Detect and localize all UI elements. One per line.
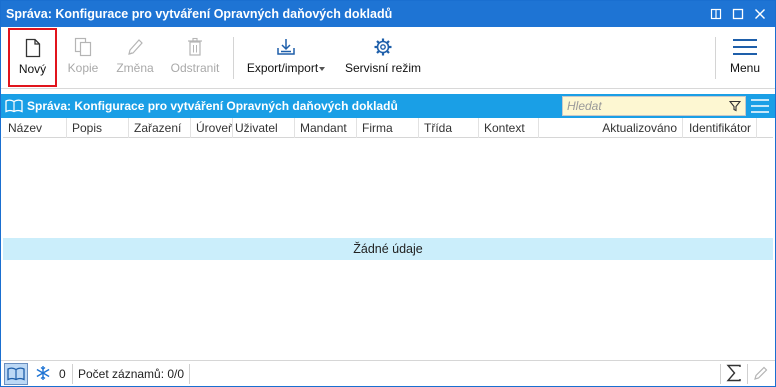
- column-header[interactable]: Identifikátor: [683, 118, 757, 138]
- title-bar: Správa: Konfigurace pro vytváření Opravn…: [1, 1, 775, 27]
- snowflake-icon: [36, 366, 50, 380]
- column-header[interactable]: Úroveň: [191, 118, 233, 138]
- sigma-icon: [726, 364, 741, 382]
- sum-button[interactable]: [726, 364, 742, 385]
- search-input[interactable]: [563, 99, 723, 113]
- column-header[interactable]: Mandant: [295, 118, 357, 138]
- column-header[interactable]: Firma: [357, 118, 419, 138]
- main-window: Správa: Konfigurace pro vytváření Opravn…: [0, 0, 776, 387]
- new-document-icon: [25, 38, 40, 58]
- record-count: Počet záznamů: 0/0: [78, 367, 185, 381]
- status-bar: 0 Počet záznamů: 0/0: [1, 360, 775, 386]
- trash-icon: [188, 37, 202, 56]
- close-button[interactable]: [749, 1, 771, 27]
- export-import-icon: [277, 39, 295, 55]
- hamburger-icon: [733, 39, 757, 55]
- pencil-icon: [128, 39, 143, 55]
- copy-button[interactable]: Kopie: [63, 27, 103, 89]
- empty-state-row: Žádné údaje: [3, 238, 773, 260]
- hamburger-icon: [751, 99, 769, 113]
- menu-label: Menu: [729, 61, 761, 75]
- column-header[interactable]: Zařazení: [129, 118, 191, 138]
- column-header[interactable]: Popis: [67, 118, 129, 138]
- filter-icon: [729, 100, 741, 112]
- window-title: Správa: Konfigurace pro vytváření Opravn…: [6, 7, 393, 21]
- close-icon: [755, 9, 765, 19]
- snowflake-filter-button[interactable]: [35, 365, 51, 384]
- column-header[interactable]: Třída: [419, 118, 479, 138]
- toolbar: Nový Kopie Změna Odstranit Export/import…: [1, 27, 775, 89]
- menu-button[interactable]: Menu: [723, 27, 767, 89]
- maximize-icon: [732, 8, 744, 20]
- toolbar-separator: [715, 37, 716, 79]
- status-separator: [189, 364, 190, 384]
- dropdown-caret-icon: [319, 66, 326, 71]
- status-separator: [720, 364, 721, 384]
- service-mode-button[interactable]: Servisní režim: [341, 27, 425, 89]
- delete-button-label: Odstranit: [170, 61, 220, 75]
- book-icon: [5, 99, 23, 113]
- new-button[interactable]: Nový: [8, 28, 57, 87]
- grid-title: Správa: Konfigurace pro vytváření Opravn…: [27, 99, 398, 113]
- status-separator: [72, 364, 73, 384]
- book-view-button[interactable]: [4, 363, 28, 385]
- column-headers: Název Popis Zařazení Úroveň Uživatel Man…: [3, 118, 773, 138]
- new-button-label: Nový: [18, 62, 47, 76]
- filter-count: 0: [59, 367, 66, 381]
- grid-header-bar: Správa: Konfigurace pro vytváření Opravn…: [1, 94, 775, 118]
- book-icon: [7, 367, 25, 381]
- restore-icon: [710, 8, 722, 20]
- status-separator: [747, 364, 748, 384]
- grid-title-wrap: Správa: Konfigurace pro vytváření Opravn…: [1, 99, 398, 113]
- edit-mode-button[interactable]: [753, 365, 769, 384]
- column-header[interactable]: Název: [3, 118, 67, 138]
- edit-button[interactable]: Změna: [113, 27, 157, 89]
- pencil-icon: [754, 366, 768, 380]
- column-header[interactable]: Aktualizováno: [539, 118, 683, 138]
- copy-button-label: Kopie: [67, 61, 99, 75]
- column-header[interactable]: Uživatel: [233, 118, 295, 138]
- delete-button[interactable]: Odstranit: [167, 27, 223, 89]
- restore-button[interactable]: [705, 1, 727, 27]
- export-import-label: Export/import: [246, 61, 326, 75]
- service-mode-label: Servisní režim: [344, 61, 421, 75]
- export-import-text: Export/import: [246, 61, 319, 75]
- search-box[interactable]: [562, 96, 746, 116]
- copy-icon: [74, 37, 92, 57]
- gear-icon: [374, 38, 392, 56]
- grid-menu-button[interactable]: [750, 98, 770, 117]
- edit-button-label: Změna: [116, 61, 154, 75]
- column-header[interactable]: Kontext: [479, 118, 539, 138]
- export-import-button[interactable]: Export/import: [243, 27, 329, 89]
- maximize-button[interactable]: [727, 1, 749, 27]
- toolbar-separator: [233, 37, 234, 79]
